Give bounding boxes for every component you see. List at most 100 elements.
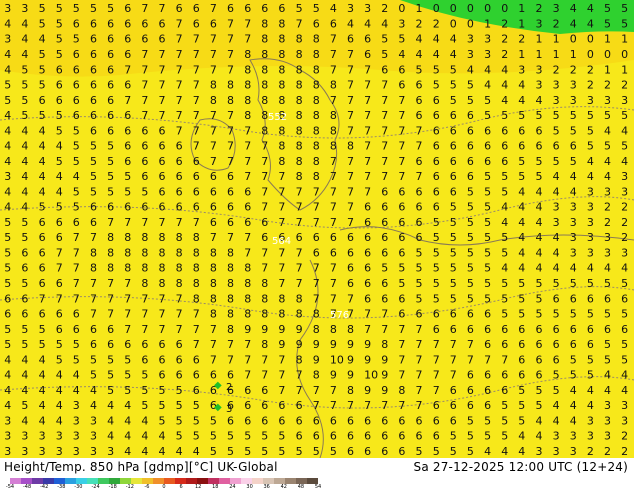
temp-value: 4 (39, 399, 46, 412)
temp-value: 6 (450, 323, 457, 336)
temp-value: 6 (39, 231, 46, 244)
temp-value: 3 (587, 201, 594, 214)
temp-value: 5 (21, 277, 28, 290)
temp-value: 5 (56, 2, 63, 15)
temp-value: 8 (244, 63, 251, 76)
temp-value: 6 (587, 292, 594, 305)
temp-value: 7 (261, 262, 268, 275)
temp-value: 7 (398, 140, 405, 153)
temp-value: 6 (381, 63, 388, 76)
temp-value: 4 (553, 414, 560, 427)
temp-value: 7 (261, 369, 268, 382)
temp-value: 5 (107, 2, 114, 15)
temp-value: 6 (501, 140, 508, 153)
temp-value: 7 (73, 262, 80, 275)
temp-value: 5 (398, 33, 405, 46)
temp-value: 5 (450, 231, 457, 244)
temp-value: 3 (553, 216, 560, 229)
temp-value: 5 (467, 430, 474, 443)
temp-value: 5 (107, 170, 114, 183)
temp-value: 4 (39, 414, 46, 427)
temp-value: 3 (73, 445, 80, 458)
temp-value: 9 (347, 353, 354, 366)
temp-value: 5 (21, 94, 28, 107)
temp-value: 6 (90, 124, 97, 137)
temp-value: 5 (159, 384, 166, 397)
temp-value: 2 (416, 18, 423, 31)
temp-value: 8 (278, 140, 285, 153)
temp-value: 6 (141, 201, 148, 214)
temp-value: 7 (176, 94, 183, 107)
temp-value: 6 (159, 201, 166, 214)
temp-value: 6 (39, 247, 46, 260)
temp-value: 6 (73, 308, 80, 321)
temp-value: 0 (450, 2, 457, 15)
temp-value: 4 (159, 445, 166, 458)
colorbar-tick: 18 (212, 484, 219, 490)
temp-value: 6 (381, 445, 388, 458)
temp-value: 6 (381, 201, 388, 214)
temp-value: 6 (90, 109, 97, 122)
temp-value: 8 (278, 124, 285, 137)
temp-value: 8 (296, 155, 303, 168)
temp-value: 6 (21, 308, 28, 321)
temp-value: 1 (518, 48, 525, 61)
temp-value: 4 (39, 33, 46, 46)
temp-value: 5 (484, 292, 491, 305)
temp-value: 5 (433, 231, 440, 244)
temp-value: 4 (518, 94, 525, 107)
temp-value: 8 (313, 48, 320, 61)
temp-value: 5 (124, 369, 131, 382)
temp-value: 6 (261, 216, 268, 229)
temp-value: 7 (416, 338, 423, 351)
temp-value: 7 (90, 292, 97, 305)
temp-value: 6 (159, 338, 166, 351)
temp-value: 5 (587, 109, 594, 122)
temp-value: 7 (261, 155, 268, 168)
temp-value: 5 (536, 399, 543, 412)
temp-value: 6 (73, 63, 80, 76)
temp-value: 7 (244, 231, 251, 244)
temp-value: 3 (604, 430, 611, 443)
temp-value: 7 (313, 201, 320, 214)
temp-value: 5 (56, 48, 63, 61)
temp-value: 6 (467, 140, 474, 153)
temp-value: 6 (124, 2, 131, 15)
temp-value: 6 (364, 247, 371, 260)
temp-value: 7 (501, 353, 508, 366)
temp-value: 5 (107, 353, 114, 366)
temp-value: 5 (90, 155, 97, 168)
temp-value: 4 (501, 94, 508, 107)
temp-value: 6 (210, 216, 217, 229)
temp-value: 6 (176, 140, 183, 153)
temp-value: 5 (518, 277, 525, 290)
temp-value: 6 (107, 338, 114, 351)
temp-value: 6 (90, 94, 97, 107)
temp-value: 4 (21, 414, 28, 427)
temp-value: 5 (39, 48, 46, 61)
temp-value: 5 (124, 170, 131, 183)
temp-value: 5 (536, 155, 543, 168)
temp-value: 6 (416, 201, 423, 214)
temp-value: 3 (347, 2, 354, 15)
temp-value: 7 (296, 216, 303, 229)
temp-value: 3 (570, 231, 577, 244)
temp-value: 4 (39, 155, 46, 168)
temp-value: 6 (124, 33, 131, 46)
temp-value: 7 (141, 79, 148, 92)
temp-value: 2 (621, 216, 628, 229)
temp-value: 4 (416, 48, 423, 61)
temp-value: 5 (21, 323, 28, 336)
temp-value: 2 (553, 63, 560, 76)
temp-value: 7 (364, 79, 371, 92)
temp-value: 7 (210, 124, 217, 137)
temp-value: 7 (278, 201, 285, 214)
temp-value: 3 (4, 430, 11, 443)
temp-value: 4 (21, 369, 28, 382)
temp-value: 6 (398, 414, 405, 427)
temp-value: 7 (227, 338, 234, 351)
temp-value: 6 (244, 185, 251, 198)
temp-value: 5 (450, 216, 457, 229)
temp-value: 5 (484, 231, 491, 244)
temp-value: 5 (107, 155, 114, 168)
